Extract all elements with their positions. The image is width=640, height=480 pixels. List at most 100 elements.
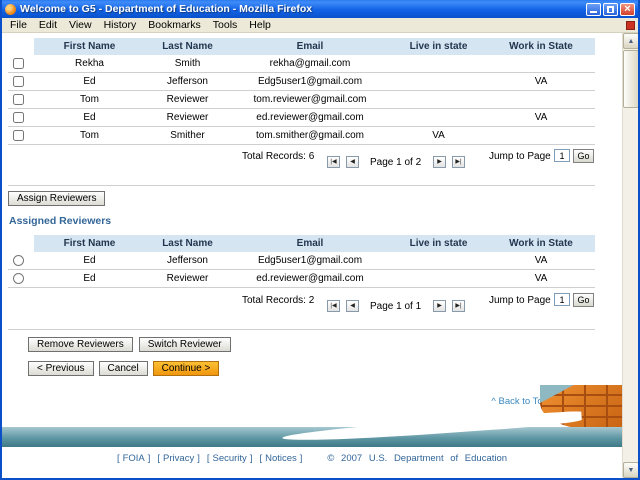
candidates-table: First Name Last Name Email Live in state… — [8, 38, 595, 145]
scrollbar-thumb[interactable] — [623, 50, 638, 108]
menu-item[interactable]: Bookmarks — [142, 18, 207, 32]
footer-link-item: [FOIA] — [117, 453, 150, 464]
cell-first-name: Ed — [83, 76, 96, 87]
menu-item[interactable]: Tools — [207, 18, 244, 32]
remove-reviewers-button[interactable]: Remove Reviewers — [28, 337, 133, 352]
cell-last-name: Reviewer — [166, 94, 209, 105]
footer-link-item: [Notices] — [259, 453, 302, 464]
cell-email: ed.reviewer@gmail.com — [256, 273, 364, 284]
window-title: Welcome to G5 - Department of Education … — [20, 3, 313, 15]
brand-icon — [626, 20, 635, 30]
col-header-work-in-state: Work in State — [487, 38, 595, 55]
assigned-table-header: First Name Last Name Email Live in state… — [8, 235, 595, 252]
bracket: ] — [249, 453, 253, 464]
col-header-live-in-state: Live in state — [390, 38, 487, 55]
bracket: ] — [299, 453, 303, 464]
first-page-button[interactable]: |◀ — [327, 300, 340, 312]
cell-work-in-state: VA — [534, 112, 548, 123]
section-divider — [8, 185, 595, 186]
prev-page-button[interactable]: ◀ — [346, 300, 359, 312]
assigned-reviewer-row: Ed Reviewer ed.reviewer@gmail.com VA — [8, 270, 595, 288]
col-header-work-in-state: Work in State — [487, 235, 595, 252]
candidate-checkbox[interactable] — [13, 112, 24, 123]
bracket: [ — [206, 453, 210, 464]
prev-page-button[interactable]: ◀ — [346, 156, 359, 168]
page-content: First Name Last Name Email Live in state… — [2, 33, 622, 478]
vertical-scrollbar[interactable]: ▲ ▼ — [622, 33, 638, 478]
jump-to-page-label: Jump to Page — [489, 151, 551, 162]
footer-link[interactable]: Security — [212, 453, 246, 464]
bracket: ] — [197, 453, 200, 464]
browser-window: Welcome to G5 - Department of Education … — [0, 0, 640, 480]
reviewer-radio[interactable] — [13, 255, 24, 266]
close-button[interactable]: × — [620, 2, 635, 16]
bracket: [ — [259, 453, 263, 464]
col-header-first-name: First Name — [34, 38, 145, 55]
scroll-down-button[interactable]: ▼ — [623, 462, 638, 478]
candidates-table-header: First Name Last Name Email Live in state… — [8, 38, 595, 55]
last-page-button[interactable]: ▶| — [452, 156, 465, 168]
menu-item[interactable]: File — [4, 18, 33, 32]
row-select-cell — [8, 130, 34, 141]
title-bar[interactable]: Welcome to G5 - Department of Education … — [2, 0, 638, 18]
first-page-button[interactable]: |◀ — [327, 156, 340, 168]
candidate-checkbox[interactable] — [13, 94, 24, 105]
cell-work-in-state: VA — [534, 273, 548, 284]
cell-email: tom.reviewer@gmail.com — [253, 94, 367, 105]
cell-email: rekha@gmail.com — [269, 58, 351, 69]
section-divider — [8, 329, 595, 330]
cell-live-in-state: VA — [432, 130, 445, 141]
total-records-label: Total Records: 6 — [242, 151, 315, 162]
col-header-email: Email — [230, 38, 390, 55]
jump-to-page-input[interactable] — [554, 293, 570, 306]
maximize-button[interactable] — [603, 2, 618, 16]
menu-item[interactable]: View — [63, 18, 98, 32]
footer-link[interactable]: FOIA — [123, 453, 145, 464]
previous-button[interactable]: < Previous — [28, 361, 94, 376]
cell-work-in-state: VA — [534, 76, 548, 87]
candidate-row: Ed Reviewer ed.reviewer@gmail.com VA — [8, 109, 595, 127]
last-page-button[interactable]: ▶| — [452, 300, 465, 312]
cell-last-name: Reviewer — [166, 273, 209, 284]
scroll-up-button[interactable]: ▲ — [623, 33, 638, 49]
assigned-pagination: Total Records: 2 |◀ ◀ Page 1 of 1 ▶ ▶| J… — [2, 291, 622, 317]
col-header-last-name: Last Name — [145, 235, 230, 252]
jump-to-page-input[interactable] — [554, 149, 570, 162]
cell-email: Edg5user1@gmail.com — [257, 255, 363, 266]
candidate-row: Tom Smither tom.smither@gmail.com VA — [8, 127, 595, 145]
wizard-nav-buttons: < Previous Cancel Continue > — [28, 361, 220, 376]
cell-email: ed.reviewer@gmail.com — [256, 112, 364, 123]
menu-item[interactable]: History — [98, 18, 143, 32]
next-page-button[interactable]: ▶ — [433, 156, 446, 168]
next-page-button[interactable]: ▶ — [433, 300, 446, 312]
cell-last-name: Jefferson — [167, 255, 208, 266]
total-records-label: Total Records: 2 — [242, 295, 315, 306]
footer-link[interactable]: Privacy — [163, 453, 194, 464]
footer-link-item: [Privacy] — [157, 453, 199, 464]
col-header-live-in-state: Live in state — [390, 235, 487, 252]
menu-item[interactable]: Help — [243, 18, 277, 32]
cell-first-name: Rekha — [75, 58, 104, 69]
cell-last-name: Smither — [170, 130, 205, 141]
go-button[interactable]: Go — [573, 293, 594, 307]
row-select-cell — [8, 94, 34, 105]
col-header-last-name: Last Name — [145, 38, 230, 55]
assign-reviewers-button[interactable]: Assign Reviewers — [8, 191, 106, 206]
assigned-reviewers-heading: Assigned Reviewers — [9, 215, 112, 227]
bracket: [ — [116, 453, 120, 464]
candidate-checkbox[interactable] — [13, 58, 24, 69]
reviewer-action-buttons: Remove Reviewers Switch Reviewer — [28, 337, 231, 352]
cell-first-name: Ed — [83, 273, 96, 284]
cancel-button[interactable]: Cancel — [98, 361, 148, 376]
candidate-checkbox[interactable] — [13, 130, 24, 141]
go-button[interactable]: Go — [573, 149, 594, 163]
footer-link[interactable]: Notices — [265, 453, 297, 464]
cell-last-name: Reviewer — [166, 112, 209, 123]
candidate-checkbox[interactable] — [13, 76, 24, 87]
continue-button[interactable]: Continue > — [152, 361, 220, 376]
minimize-button[interactable] — [586, 2, 601, 16]
switch-reviewer-button[interactable]: Switch Reviewer — [138, 337, 231, 352]
menu-item[interactable]: Edit — [33, 18, 63, 32]
reviewer-radio[interactable] — [13, 273, 24, 284]
cell-email: Edg5user1@gmail.com — [257, 76, 363, 87]
